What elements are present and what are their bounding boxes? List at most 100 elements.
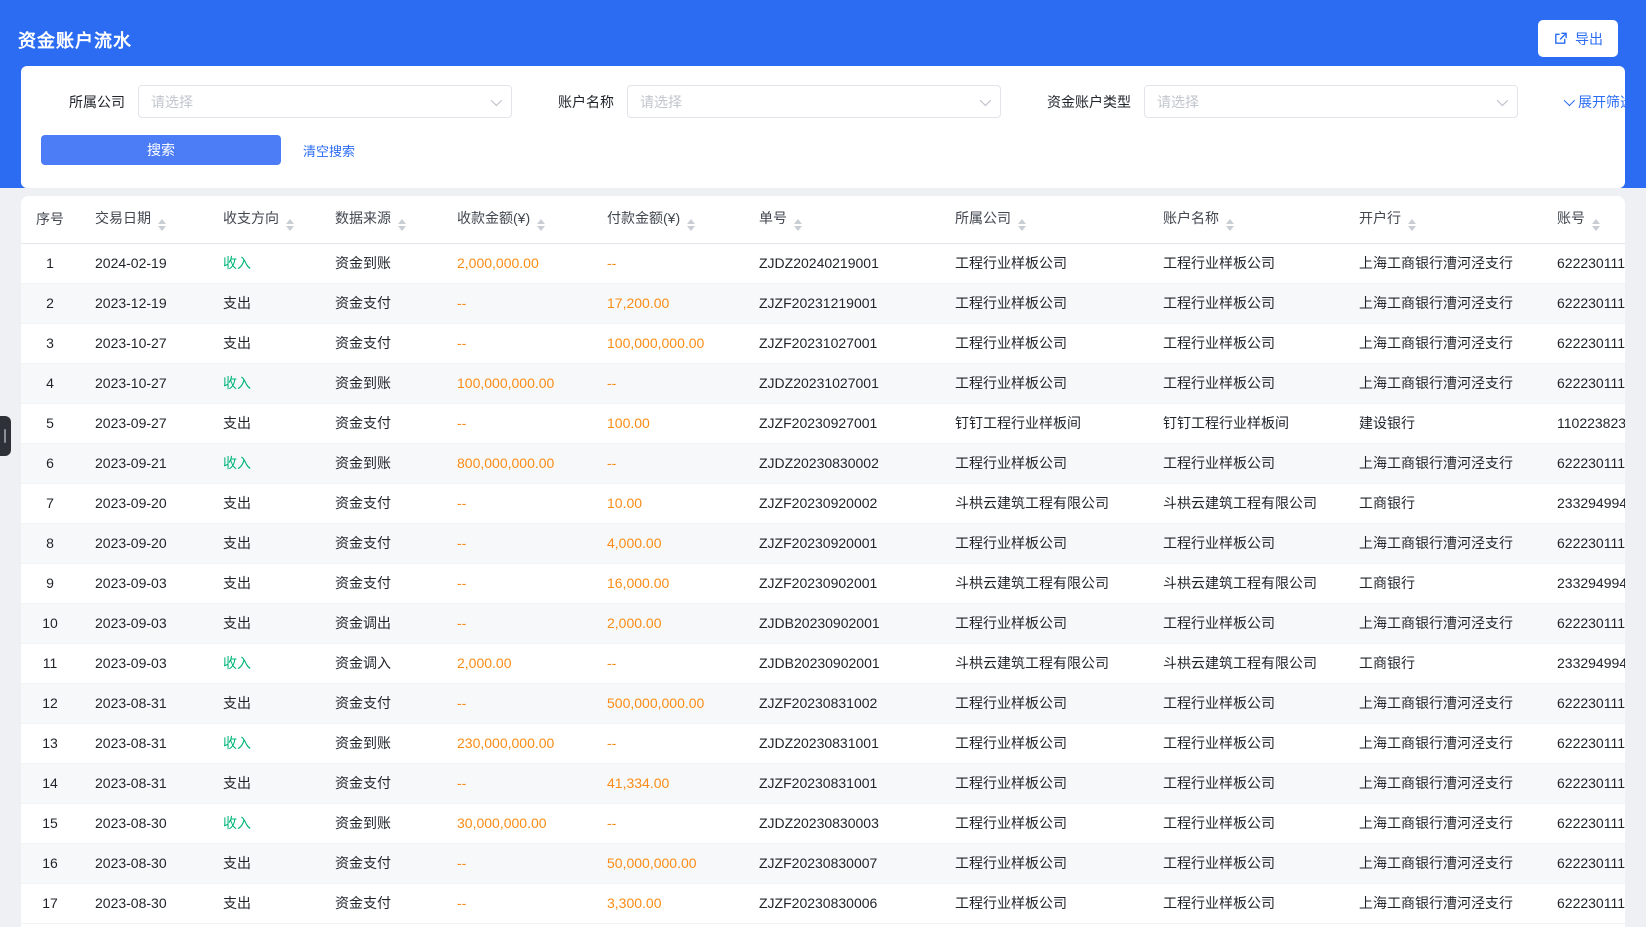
expand-filters-link[interactable]: 展开筛选 (1564, 92, 1634, 112)
company-select[interactable]: 请选择 (138, 85, 512, 118)
column-header-order_no[interactable]: 单号 (743, 196, 939, 243)
account-name-filter-label: 账户名称 (558, 92, 614, 112)
transactions-table: 序号交易日期收支方向 数据来源收款金额(¥) 付款金额(¥)单号所属公司账户名称开户… (21, 196, 1625, 924)
cell-source: 资金支付 (319, 323, 441, 363)
cell-account_name: 工程行业样板公司 (1147, 243, 1343, 283)
cell-direction: 支出 (207, 843, 319, 883)
column-label: 收支方向 (223, 210, 279, 226)
cell-source: 资金支付 (319, 563, 441, 603)
sort-icon[interactable] (158, 219, 166, 231)
cell-date: 2023-09-03 (79, 563, 207, 603)
cell-account_name: 工程行业样板公司 (1147, 283, 1343, 323)
cell-no: 6 (21, 443, 79, 483)
column-header-source[interactable]: 数据来源 (319, 196, 441, 243)
cell-company: 工程行业样板公司 (939, 683, 1147, 723)
account-type-select[interactable]: 请选择 (1144, 85, 1518, 118)
cell-order_no: ZJZF20230830006 (743, 883, 939, 923)
chevron-down-icon (1497, 94, 1508, 105)
cell-no: 9 (21, 563, 79, 603)
cell-order_no: ZJDZ20230830003 (743, 803, 939, 843)
cell-account_name: 工程行业样板公司 (1147, 523, 1343, 563)
cell-bank: 上海工商银行漕河泾支行 (1343, 683, 1541, 723)
cell-paid: -- (591, 803, 743, 843)
sort-icon[interactable] (537, 219, 545, 231)
cell-no: 16 (21, 843, 79, 883)
cell-account_name: 钉钉工程行业样板间 (1147, 403, 1343, 443)
cell-account_name: 斗栱云建筑工程有限公司 (1147, 483, 1343, 523)
account-name-select[interactable]: 请选择 (627, 85, 1001, 118)
cell-no: 14 (21, 763, 79, 803)
cell-date: 2023-12-19 (79, 283, 207, 323)
cell-date: 2023-09-21 (79, 443, 207, 483)
sort-icon[interactable] (794, 219, 802, 231)
page-title: 资金账户流水 (18, 27, 132, 53)
cell-direction: 收入 (207, 803, 319, 843)
column-header-account_no[interactable]: 账号 (1541, 196, 1625, 243)
cell-source: 资金支付 (319, 403, 441, 443)
cell-account_no: 622230111 (1541, 723, 1625, 763)
column-label: 账号 (1557, 210, 1585, 226)
filter-group-account-name: 账户名称 请选择 (558, 85, 1001, 118)
sort-icon[interactable] (1226, 219, 1234, 231)
sort-icon[interactable] (1408, 219, 1416, 231)
export-button[interactable]: 导出 (1538, 20, 1618, 57)
cell-company: 工程行业样板公司 (939, 363, 1147, 403)
sort-icon[interactable] (286, 219, 294, 231)
cell-direction: 支出 (207, 603, 319, 643)
cell-bank: 工商银行 (1343, 563, 1541, 603)
cell-date: 2024-02-19 (79, 243, 207, 283)
cell-account_name: 工程行业样板公司 (1147, 843, 1343, 883)
cell-company: 工程行业样板公司 (939, 603, 1147, 643)
clear-search-link[interactable]: 清空搜索 (303, 141, 355, 160)
cell-bank: 上海工商银行漕河泾支行 (1343, 603, 1541, 643)
cell-paid: -- (591, 723, 743, 763)
column-label: 收款金额(¥) (457, 210, 530, 226)
cell-account_no: 622230111 (1541, 323, 1625, 363)
column-header-company[interactable]: 所属公司 (939, 196, 1147, 243)
cell-date: 2023-10-27 (79, 363, 207, 403)
column-header-paid[interactable]: 付款金额(¥) (591, 196, 743, 243)
cell-company: 斗栱云建筑工程有限公司 (939, 643, 1147, 683)
column-header-direction[interactable]: 收支方向 (207, 196, 319, 243)
cell-received: -- (441, 403, 591, 443)
export-icon (1553, 31, 1568, 46)
cell-account_name: 斗栱云建筑工程有限公司 (1147, 643, 1343, 683)
cell-bank: 工商银行 (1343, 483, 1541, 523)
cell-date: 2023-09-20 (79, 483, 207, 523)
cell-account_name: 工程行业样板公司 (1147, 763, 1343, 803)
cell-received: 2,000.00 (441, 643, 591, 683)
cell-paid: 16,000.00 (591, 563, 743, 603)
column-header-bank[interactable]: 开户行 (1343, 196, 1541, 243)
cell-source: 资金到账 (319, 443, 441, 483)
cell-company: 工程行业样板公司 (939, 323, 1147, 363)
sort-icon[interactable] (1592, 219, 1600, 231)
cell-order_no: ZJZF20230920002 (743, 483, 939, 523)
cell-account_name: 工程行业样板公司 (1147, 803, 1343, 843)
cell-direction: 支出 (207, 283, 319, 323)
column-header-received[interactable]: 收款金额(¥) (441, 196, 591, 243)
cell-company: 斗栱云建筑工程有限公司 (939, 483, 1147, 523)
cell-company: 工程行业样板公司 (939, 443, 1147, 483)
column-header-date[interactable]: 交易日期 (79, 196, 207, 243)
sort-icon[interactable] (1018, 219, 1026, 231)
cell-received: 100,000,000.00 (441, 363, 591, 403)
cell-direction: 支出 (207, 683, 319, 723)
cell-no: 17 (21, 883, 79, 923)
cell-date: 2023-08-31 (79, 683, 207, 723)
cell-order_no: ZJDZ20230830002 (743, 443, 939, 483)
cell-received: 2,000,000.00 (441, 243, 591, 283)
cell-received: -- (441, 523, 591, 563)
side-panel-handle[interactable] (0, 416, 11, 456)
cell-no: 5 (21, 403, 79, 443)
cell-company: 钉钉工程行业样板间 (939, 403, 1147, 443)
column-header-no: 序号 (21, 196, 79, 243)
cell-source: 资金支付 (319, 483, 441, 523)
cell-account_name: 工程行业样板公司 (1147, 323, 1343, 363)
cell-account_no: 622230111 (1541, 883, 1625, 923)
cell-company: 工程行业样板公司 (939, 723, 1147, 763)
sort-icon[interactable] (398, 219, 406, 231)
search-button[interactable]: 搜索 (41, 135, 281, 165)
cell-paid: 500,000,000.00 (591, 683, 743, 723)
column-header-account_name[interactable]: 账户名称 (1147, 196, 1343, 243)
sort-icon[interactable] (687, 219, 695, 231)
